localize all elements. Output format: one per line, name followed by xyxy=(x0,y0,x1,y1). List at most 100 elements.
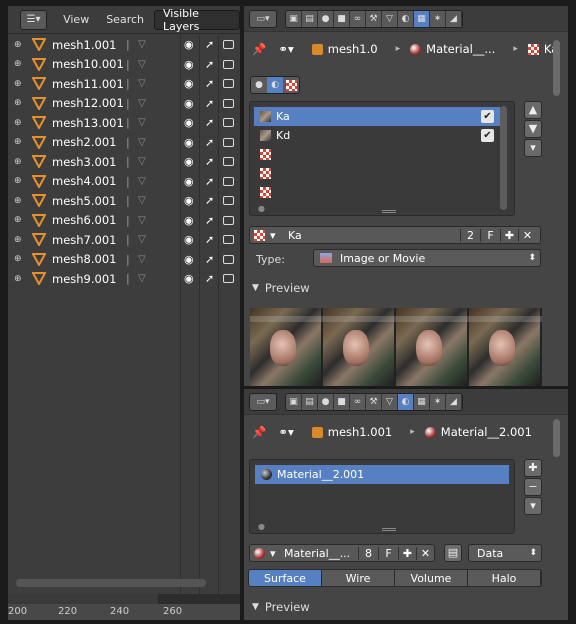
expand-icon[interactable]: ⊕ xyxy=(14,215,22,225)
expand-icon[interactable]: ⊕ xyxy=(14,235,22,245)
texture-slot-row[interactable] xyxy=(254,145,500,164)
particles-tab-icon[interactable]: ✶ xyxy=(430,393,446,410)
particles-tab-icon[interactable]: ✶ xyxy=(430,10,446,27)
texture-datablock-name[interactable]: Ka xyxy=(288,229,460,242)
object-name[interactable]: mesh3.001 xyxy=(52,155,116,169)
outliner-row[interactable]: ⊕ mesh6.001 | ▽ ◉ ➚ xyxy=(8,211,240,231)
editor-type-button[interactable]: ▭▾ xyxy=(249,392,277,411)
expand-icon[interactable]: ⊕ xyxy=(14,137,22,147)
texture-tab-icon[interactable]: ▦ xyxy=(414,10,430,27)
select-pointer-icon[interactable]: ➚ xyxy=(205,233,214,246)
select-pointer-icon[interactable]: ➚ xyxy=(205,272,214,285)
outliner-row[interactable]: ⊕ mesh7.001 | ▽ ◉ ➚ xyxy=(8,230,240,250)
list-resize-dot[interactable]: ● xyxy=(258,522,265,531)
select-pointer-icon[interactable]: ➚ xyxy=(205,77,214,90)
pin-icon[interactable]: 📌 xyxy=(252,425,266,439)
eye-icon[interactable]: ◉ xyxy=(184,214,194,227)
object-tab-icon[interactable]: ■ xyxy=(334,10,350,27)
mesh-data-icon[interactable]: ▽ xyxy=(138,254,146,265)
list-resize-handle[interactable] xyxy=(382,528,396,531)
tab-surface[interactable]: Surface xyxy=(249,570,322,586)
search-menu[interactable]: Search xyxy=(106,13,144,26)
users-count[interactable]: 2 xyxy=(460,228,480,242)
select-pointer-icon[interactable]: ➚ xyxy=(205,175,214,188)
expand-icon[interactable]: ⊕ xyxy=(14,79,22,89)
texture-type-dropdown[interactable]: Image or Movie ⬍ xyxy=(313,249,541,267)
render-camera-icon[interactable] xyxy=(223,235,234,245)
mesh-data-icon[interactable]: ▽ xyxy=(138,215,146,226)
mesh-data-icon[interactable]: ▽ xyxy=(138,137,146,148)
render-camera-icon[interactable] xyxy=(223,254,234,264)
mesh-data-icon[interactable]: ▽ xyxy=(138,78,146,89)
users-count[interactable]: 8 xyxy=(358,546,378,560)
world-tab-icon[interactable]: ● xyxy=(318,10,334,27)
material-tab-icon[interactable]: ◐ xyxy=(398,10,414,27)
panel-scrollbar[interactable] xyxy=(553,40,560,96)
mesh-data-icon[interactable]: ▽ xyxy=(138,234,146,245)
material-datablock-selector[interactable]: ▾ Material__... 8 F ✚ ✕ xyxy=(249,544,435,562)
data-tab-icon[interactable]: ▽ xyxy=(382,393,398,410)
object-name[interactable]: mesh4.001 xyxy=(52,174,116,188)
fake-user-button[interactable]: F xyxy=(378,546,398,560)
other-texture-icon[interactable] xyxy=(283,77,299,93)
world-texture-icon[interactable]: ● xyxy=(251,77,267,93)
mesh-data-icon[interactable]: ▽ xyxy=(138,156,146,167)
expand-icon[interactable]: ⊕ xyxy=(14,59,22,69)
new-material-icon[interactable]: ✚ xyxy=(398,546,416,560)
outliner-row[interactable]: ⊕ mesh12.001 | ▽ ◉ ➚ xyxy=(8,94,240,114)
object-name[interactable]: mesh5.001 xyxy=(52,194,116,208)
render-camera-icon[interactable] xyxy=(223,196,234,206)
texture-tab-icon[interactable]: ▦ xyxy=(414,393,430,410)
select-pointer-icon[interactable]: ➚ xyxy=(205,58,214,71)
object-name[interactable]: mesh7.001 xyxy=(52,233,116,247)
move-up-button[interactable]: ▲ xyxy=(524,101,542,119)
unlink-icon[interactable]: ✕ xyxy=(518,228,536,242)
mesh-data-icon[interactable]: ▽ xyxy=(138,117,146,128)
slot-enabled-checkbox[interactable]: ✔ xyxy=(481,129,494,142)
world-tab-icon[interactable]: ● xyxy=(318,393,334,410)
render-camera-icon[interactable] xyxy=(223,59,234,69)
constraints-tab-icon[interactable]: ∞ xyxy=(350,10,366,27)
outliner-row[interactable]: ⊕ mesh1.001 | ▽ ◉ ➚ xyxy=(8,35,240,55)
object-name[interactable]: mesh8.001 xyxy=(52,252,116,266)
list-scrollbar[interactable] xyxy=(500,106,507,210)
material-texture-icon[interactable]: ◐ xyxy=(267,77,283,93)
render-camera-icon[interactable] xyxy=(223,157,234,167)
mesh-data-icon[interactable]: ▽ xyxy=(138,59,146,70)
render-camera-icon[interactable] xyxy=(223,98,234,108)
render-camera-icon[interactable] xyxy=(223,176,234,186)
new-texture-icon[interactable]: ✚ xyxy=(500,228,518,242)
outliner-row[interactable]: ⊕ mesh9.001 | ▽ ◉ ➚ xyxy=(8,269,240,289)
select-pointer-icon[interactable]: ➚ xyxy=(205,136,214,149)
editor-type-button[interactable]: ☰▾ xyxy=(20,9,48,30)
preview-section-header[interactable]: ▼ Preview xyxy=(244,597,544,617)
outliner-row[interactable]: ⊕ mesh2.001 | ▽ ◉ ➚ xyxy=(8,133,240,153)
object-name[interactable]: mesh6.001 xyxy=(52,213,116,227)
texture-slot-row[interactable]: Kd ✔ xyxy=(254,126,500,145)
tab-halo[interactable]: Halo xyxy=(468,570,541,586)
select-pointer-icon[interactable]: ➚ xyxy=(205,97,214,110)
expand-icon[interactable]: ⊕ xyxy=(14,40,22,50)
select-pointer-icon[interactable]: ➚ xyxy=(205,253,214,266)
outliner-row[interactable]: ⊕ mesh13.001 | ▽ ◉ ➚ xyxy=(8,113,240,133)
mesh-data-icon[interactable]: ▽ xyxy=(138,39,146,50)
object-tab-icon[interactable]: ■ xyxy=(334,393,350,410)
render-camera-icon[interactable] xyxy=(223,118,234,128)
render-tab-icon[interactable]: ▣ xyxy=(286,10,302,27)
eye-icon[interactable]: ◉ xyxy=(184,155,194,168)
pin-icon[interactable]: 📌 xyxy=(252,42,266,56)
physics-tab-icon[interactable]: ◢ xyxy=(446,393,462,410)
mesh-data-icon[interactable]: ▽ xyxy=(138,176,146,187)
editor-type-button[interactable]: ▭▾ xyxy=(249,9,277,28)
slot-enabled-checkbox[interactable]: ✔ xyxy=(481,110,494,123)
render-camera-icon[interactable] xyxy=(223,274,234,284)
material-tab-icon[interactable]: ◐ xyxy=(398,393,414,410)
mesh-data-icon[interactable]: ▽ xyxy=(138,273,146,284)
eye-icon[interactable]: ◉ xyxy=(184,272,194,285)
link-dropdown[interactable]: Data ⬍ xyxy=(468,544,542,562)
material-datablock-name[interactable]: Material__... xyxy=(284,547,358,560)
data-tab-icon[interactable]: ▽ xyxy=(382,10,398,27)
object-name[interactable]: mesh1.001 xyxy=(52,38,116,52)
select-pointer-icon[interactable]: ➚ xyxy=(205,38,214,51)
tab-volume[interactable]: Volume xyxy=(395,570,468,586)
